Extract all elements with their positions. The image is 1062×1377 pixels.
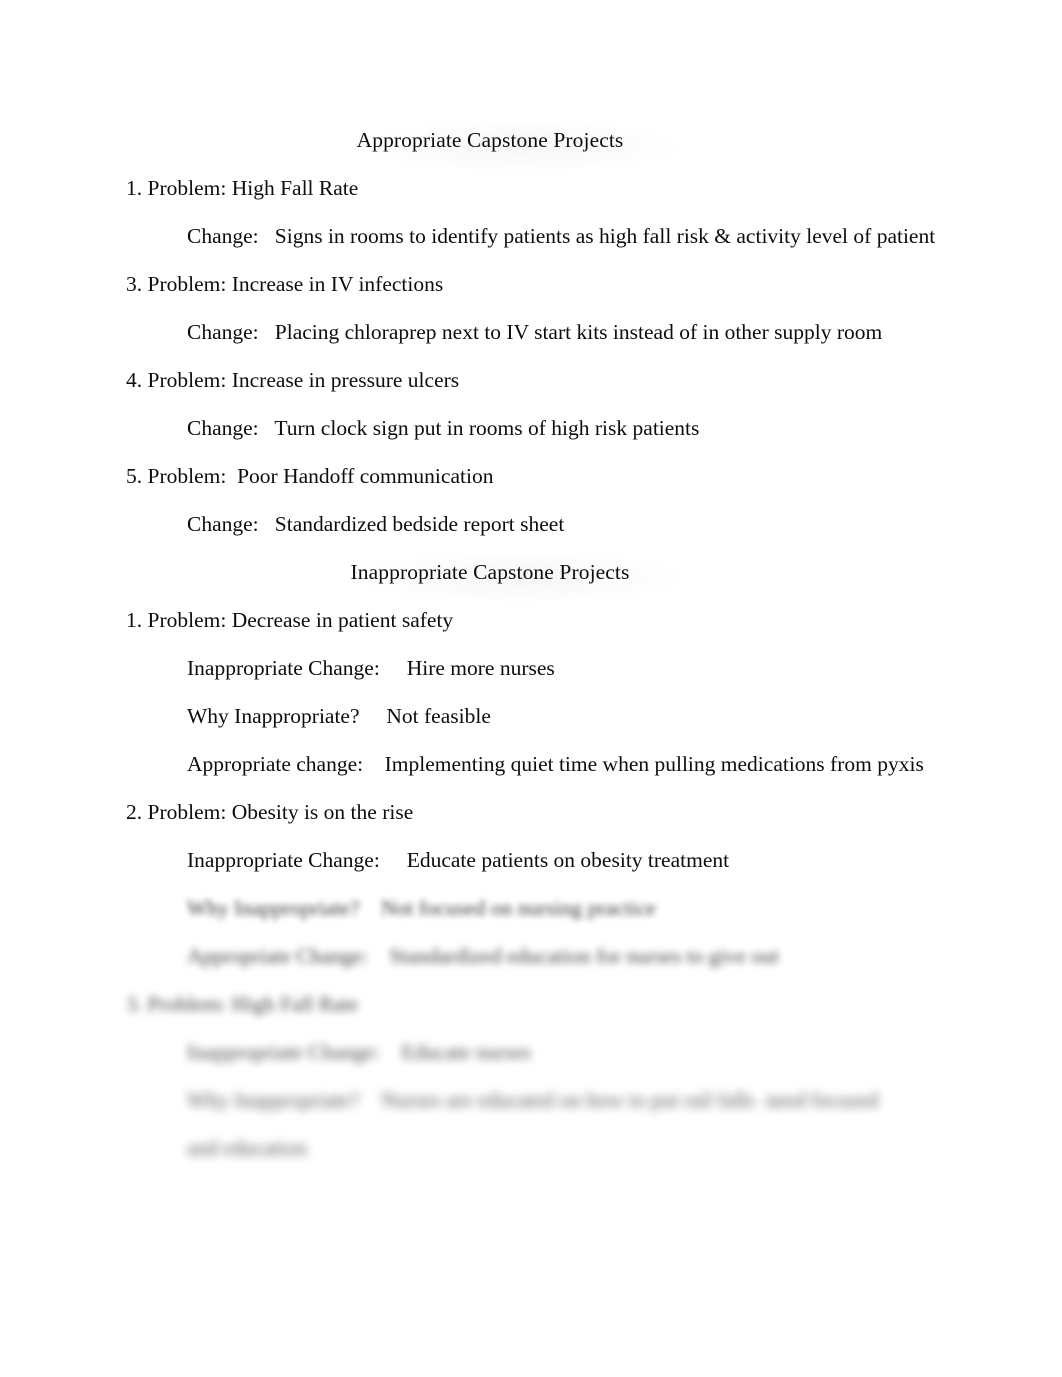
problem-statement: 5. Problem: Poor Handoff communication bbox=[126, 464, 494, 488]
why-inappropriate-line: Why Inappropriate? Not focused on nursin… bbox=[187, 896, 656, 920]
change-line: Change: Placing chloraprep next to IV st… bbox=[187, 320, 883, 344]
problem-statement: 2. Problem: Obesity is on the rise bbox=[126, 800, 414, 824]
problem-statement: 1. Problem: High Fall Rate bbox=[126, 176, 359, 200]
document-page: Appropriate Capstone Projects 1. Problem… bbox=[0, 0, 1062, 1377]
inappropriate-change-line: Inappropriate Change: Educate patients o… bbox=[187, 848, 730, 872]
document-body: Appropriate Capstone Projects 1. Problem… bbox=[0, 0, 1062, 1172]
why-inappropriate-line: Why Inappropriate? Not feasible bbox=[187, 704, 491, 728]
change-line: Change: Standardized bedside report shee… bbox=[187, 512, 565, 536]
inappropriate-change-line: Inappropriate Change: Educate nurses bbox=[187, 1040, 531, 1064]
inappropriate-change-line: Inappropriate Change: Hire more nurses bbox=[187, 656, 555, 680]
appropriate-change-line: Appropriate change: Implementing quiet t… bbox=[187, 752, 924, 776]
appropriate-change-line: Appropriate Change: Standardized educati… bbox=[187, 944, 779, 968]
change-line: Change: Turn clock sign put in rooms of … bbox=[187, 416, 700, 440]
problem-statement: 4. Problem: Increase in pressure ulcers bbox=[126, 368, 460, 392]
section-heading-appropriate: Appropriate Capstone Projects bbox=[356, 128, 624, 152]
change-line: Change: Signs in rooms to identify patie… bbox=[187, 224, 936, 248]
problem-statement: 3. Problem: High Fall Rate bbox=[126, 992, 359, 1016]
why-inappropriate-line: Why Inappropriate? Nurses are educated o… bbox=[187, 1088, 884, 1160]
section-heading-inappropriate: Inappropriate Capstone Projects bbox=[350, 560, 630, 584]
problem-statement: 1. Problem: Decrease in patient safety bbox=[126, 608, 454, 632]
problem-statement: 3. Problem: Increase in IV infections bbox=[126, 272, 444, 296]
